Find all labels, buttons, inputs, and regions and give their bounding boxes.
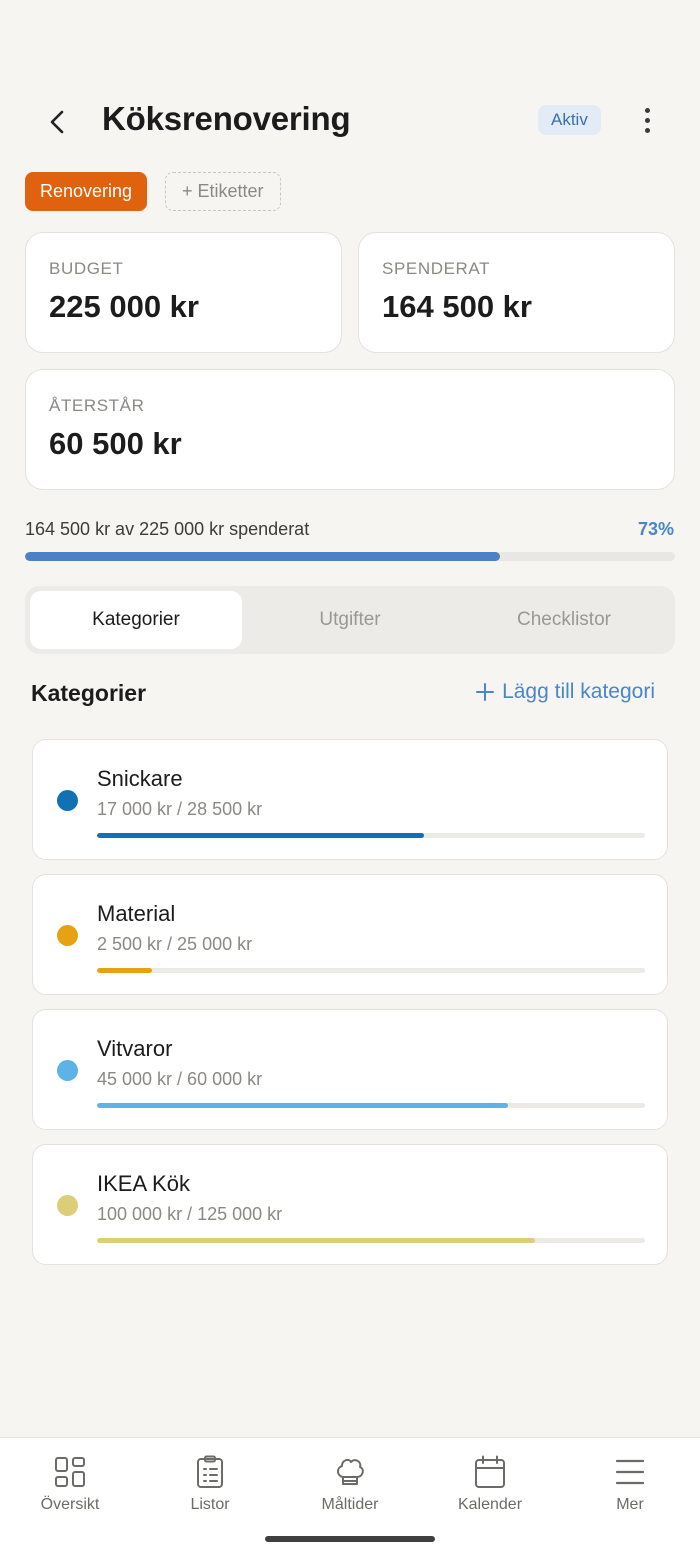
category-progress-fill: [97, 1238, 536, 1243]
remaining-label: ÅTERSTÅR: [49, 396, 145, 415]
category-item[interactable]: Material 2 500 kr / 25 000 kr: [32, 874, 668, 995]
nav-oversikt[interactable]: Översikt: [0, 1454, 140, 1514]
nav-mer[interactable]: Mer: [560, 1454, 700, 1514]
more-dot: [644, 117, 650, 123]
nav-listor[interactable]: Listor: [140, 1454, 280, 1514]
plus-icon: [476, 683, 495, 701]
category-amount: 2 500 kr / 25 000 kr: [97, 934, 253, 954]
category-name: Snickare: [97, 766, 183, 791]
segmented-tabs: Kategorier Utgifter Checklistor: [25, 586, 675, 654]
nav-label: Listor: [190, 1496, 230, 1513]
category-progress-bar: [97, 833, 645, 838]
calendar-icon: [420, 1454, 560, 1490]
clipboard-list-icon: [140, 1454, 280, 1490]
nav-label: Måltider: [321, 1496, 379, 1513]
more-dot: [644, 107, 650, 113]
spent-value: 164 500 kr: [382, 289, 532, 324]
category-color-dot: [57, 925, 78, 946]
remaining-card: ÅTERSTÅR 60 500 kr: [25, 369, 675, 490]
nav-kalender[interactable]: Kalender: [420, 1454, 560, 1514]
home-indicator[interactable]: [265, 1536, 435, 1542]
budget-card: BUDGET 225 000 kr: [25, 232, 342, 353]
category-name: IKEA Kök: [97, 1171, 190, 1196]
chevron-left-icon: [50, 110, 64, 134]
category-amount: 100 000 kr / 125 000 kr: [97, 1204, 283, 1224]
category-progress-bar: [97, 1238, 645, 1243]
category-item[interactable]: IKEA Kök 100 000 kr / 125 000 kr: [32, 1144, 668, 1265]
tag-renovering[interactable]: Renovering: [25, 172, 148, 211]
page-title: Köksrenovering: [102, 100, 351, 137]
category-name: Material: [97, 901, 176, 926]
back-button[interactable]: [40, 104, 76, 140]
nav-label: Översikt: [40, 1496, 100, 1513]
remaining-value: 60 500 kr: [49, 426, 182, 461]
dashboard-icon: [0, 1454, 140, 1490]
category-progress-bar: [97, 968, 645, 973]
tab-utgifter[interactable]: Utgifter: [244, 591, 456, 649]
more-dot: [644, 127, 650, 133]
budget-progress-percent: 73%: [637, 519, 674, 539]
menu-icon: [560, 1454, 700, 1490]
category-item[interactable]: Snickare 17 000 kr / 28 500 kr: [32, 739, 668, 860]
budget-progress-bar: [25, 552, 675, 561]
budget-label: BUDGET: [49, 259, 124, 278]
add-category-button[interactable]: Lägg till kategori: [476, 680, 655, 704]
tab-checklistor[interactable]: Checklistor: [458, 591, 670, 649]
category-color-dot: [57, 1195, 78, 1216]
nav-maltider[interactable]: Måltider: [280, 1454, 420, 1514]
category-amount: 45 000 kr / 60 000 kr: [97, 1069, 263, 1089]
nav-label: Mer: [616, 1496, 644, 1513]
more-options-button[interactable]: [632, 102, 662, 138]
category-color-dot: [57, 1060, 78, 1081]
add-category-label: Lägg till kategori: [502, 680, 655, 703]
app-header: Köksrenovering Aktiv: [0, 90, 700, 150]
chef-hat-icon: [280, 1454, 420, 1490]
category-color-dot: [57, 790, 78, 811]
category-progress-bar: [97, 1103, 645, 1108]
budget-progress-text: 164 500 kr av 225 000 kr spenderat: [25, 519, 310, 539]
category-name: Vitvaror: [97, 1036, 173, 1061]
section-title: Kategorier: [31, 680, 147, 706]
nav-label: Kalender: [457, 1496, 523, 1513]
category-progress-fill: [97, 833, 424, 838]
budget-progress-fill: [25, 552, 501, 561]
tab-kategorier[interactable]: Kategorier: [30, 591, 242, 649]
spent-card: SPENDERAT 164 500 kr: [358, 232, 675, 353]
category-amount: 17 000 kr / 28 500 kr: [97, 799, 263, 819]
budget-value: 225 000 kr: [49, 289, 199, 324]
status-badge: Aktiv: [538, 105, 601, 135]
category-progress-fill: [97, 1103, 508, 1108]
add-tag-button[interactable]: + Etiketter: [165, 172, 281, 211]
category-progress-fill: [97, 968, 152, 973]
spent-label: SPENDERAT: [382, 259, 491, 278]
category-item[interactable]: Vitvaror 45 000 kr / 60 000 kr: [32, 1009, 668, 1130]
